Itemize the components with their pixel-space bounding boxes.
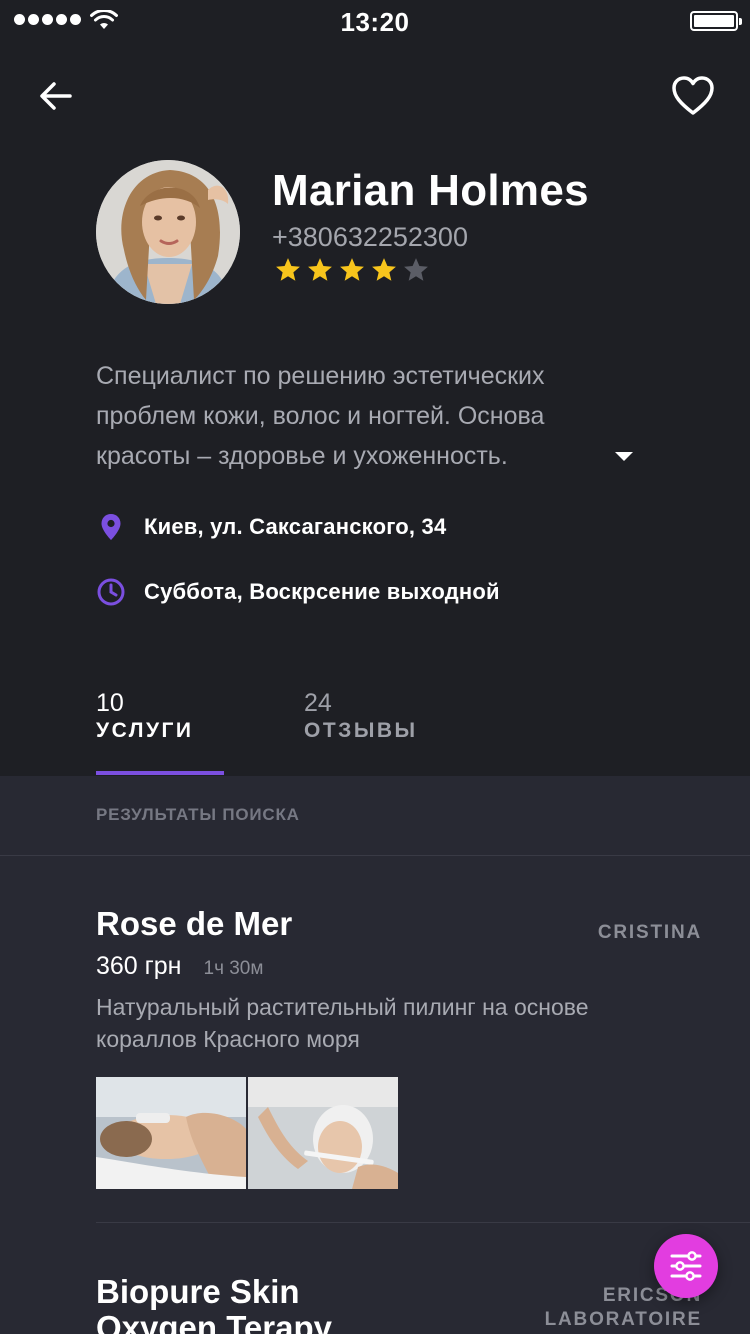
divider bbox=[96, 1222, 750, 1223]
star-filled-icon bbox=[308, 258, 332, 281]
schedule-text: Суббота, Воскрсение выходной bbox=[144, 579, 500, 604]
battery-icon bbox=[690, 11, 742, 31]
service-title: Biopure Skin Oxygen Terapy bbox=[96, 1273, 332, 1334]
service-photos bbox=[96, 1077, 702, 1189]
avatar-photo bbox=[96, 160, 240, 304]
status-bar: 13:20 bbox=[0, 0, 750, 40]
star-empty-icon bbox=[404, 258, 428, 281]
star-filled-icon bbox=[276, 258, 300, 281]
rating-stars bbox=[274, 256, 430, 284]
avatar bbox=[96, 160, 240, 304]
filter-button[interactable] bbox=[654, 1234, 718, 1298]
service-card[interactable]: Rose de Mer CRISTINA 360 грн 1ч 30м Нату… bbox=[96, 906, 702, 1189]
service-provider[interactable]: CRISTINA bbox=[598, 922, 702, 944]
map-pin-icon bbox=[101, 514, 121, 540]
clock-icon bbox=[97, 578, 125, 606]
service-card[interactable]: Biopure Skin Oxygen Terapy ERICSON LABOR… bbox=[96, 1274, 702, 1334]
tab-services-count: 10 bbox=[96, 689, 124, 717]
tab-reviews-count: 24 bbox=[304, 689, 332, 717]
results-title: РЕЗУЛЬТАТЫ ПОИСКА bbox=[96, 805, 300, 824]
address-row[interactable]: Киев, ул. Саксаганского, 34 bbox=[96, 512, 446, 542]
tab-reviews[interactable]: 24 ОТЗЫВЫ bbox=[304, 688, 418, 744]
service-photo[interactable] bbox=[96, 1077, 246, 1189]
divider bbox=[0, 855, 750, 856]
favorite-button[interactable] bbox=[670, 74, 716, 118]
service-description: Натуральный растительный пилинг на основ… bbox=[96, 994, 589, 1052]
service-price-row: 360 грн 1ч 30м bbox=[96, 952, 702, 981]
profile-name: Marian Holmes bbox=[272, 166, 589, 215]
schedule-row: Суббота, Воскрсение выходной bbox=[96, 577, 500, 607]
profile-phone[interactable]: +380632252300 bbox=[272, 222, 468, 253]
tab-reviews-label: ОТЗЫВЫ bbox=[304, 719, 418, 742]
profile-description: Специалист по решению эстетических пробл… bbox=[96, 362, 545, 470]
star-filled-icon bbox=[372, 258, 396, 281]
service-duration: 1ч 30м bbox=[203, 958, 264, 979]
back-button[interactable] bbox=[36, 76, 76, 116]
tab-services-label: УСЛУГИ bbox=[96, 719, 194, 742]
service-price: 360 грн bbox=[96, 952, 182, 980]
address-text: Киев, ул. Саксаганского, 34 bbox=[144, 514, 447, 539]
service-photo[interactable] bbox=[248, 1077, 398, 1189]
sliders-icon bbox=[670, 1251, 702, 1281]
status-time: 13:20 bbox=[340, 7, 410, 37]
expand-description-button[interactable] bbox=[612, 446, 636, 466]
tab-services[interactable]: 10 УСЛУГИ bbox=[96, 688, 194, 744]
star-filled-icon bbox=[340, 258, 364, 281]
active-tab-indicator bbox=[96, 771, 224, 775]
results-list[interactable]: РЕЗУЛЬТАТЫ ПОИСКА Rose de Mer CRISTINA 3… bbox=[0, 776, 750, 1334]
